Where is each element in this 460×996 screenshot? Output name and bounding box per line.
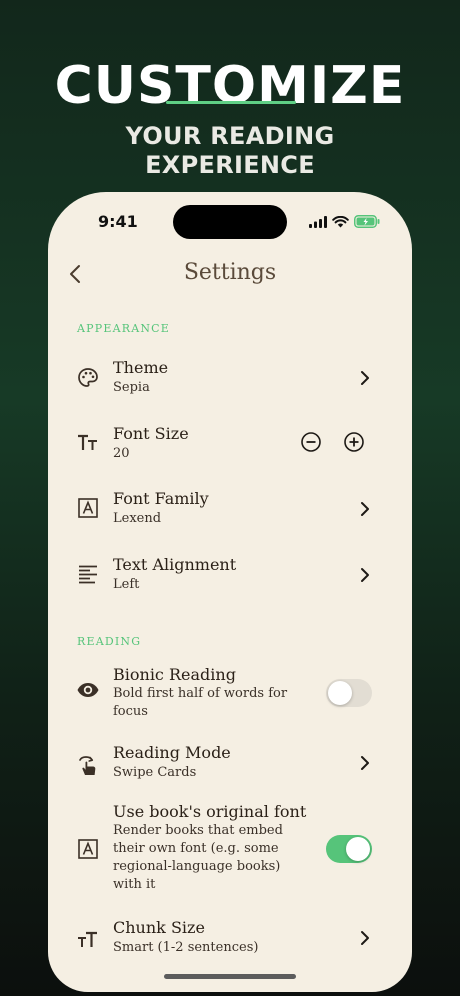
row-title: Reading Mode — [113, 743, 231, 762]
chevron-right-icon — [361, 502, 369, 516]
chevron-right-icon — [361, 568, 369, 582]
page-title: Settings — [183, 260, 277, 285]
swipe-icon — [79, 756, 96, 775]
phone-screen: 9:41 Settings APPEARANCE Theme Sepia Fon… — [48, 192, 412, 992]
settings-row-theme[interactable]: Theme Sepia — [48, 354, 412, 404]
text-size-icon — [78, 931, 97, 947]
signal-icon — [309, 215, 327, 228]
hero-title: CUSTOMIZE — [54, 56, 406, 116]
hero-subtitle-line1: YOUR READING — [125, 122, 335, 150]
chevron-right-icon — [361, 931, 369, 945]
section-header-reading: READING — [77, 635, 142, 648]
align-left-icon — [79, 565, 97, 584]
increase-font-button[interactable] — [343, 431, 365, 453]
toggle-knob — [328, 681, 352, 705]
settings-row-chunk-size[interactable]: Chunk Size Smart (1-2 sentences) — [48, 916, 412, 966]
status-time: 9:41 — [98, 212, 138, 231]
row-title: Font Family — [113, 489, 209, 508]
row-title: Use book's original font — [113, 802, 307, 821]
row-value: Bold first half of words for focus — [113, 686, 288, 719]
row-value: Left — [113, 577, 140, 592]
settings-row-bionic-reading: Bionic Reading Bold first half of words … — [48, 664, 412, 722]
row-title: Theme — [113, 358, 169, 377]
section-header-appearance: APPEARANCE — [77, 322, 171, 335]
row-value: Smart (1-2 sentences) — [113, 940, 259, 955]
row-value: Lexend — [113, 511, 162, 526]
hero-underline — [166, 101, 296, 104]
row-title: Text Alignment — [113, 555, 237, 574]
hero-subtitle-line2: EXPERIENCE — [145, 151, 315, 179]
row-value: Swipe Cards — [113, 765, 197, 780]
settings-row-font-size: Font Size 20 — [48, 420, 412, 470]
font-icon — [78, 839, 98, 859]
eye-icon — [77, 683, 99, 697]
row-value: 20 — [113, 446, 130, 461]
chevron-right-icon — [361, 756, 369, 770]
wifi-icon — [332, 215, 349, 227]
row-title: Font Size — [113, 424, 189, 443]
dynamic-island — [173, 205, 287, 239]
text-size-icon — [78, 434, 97, 450]
row-title: Chunk Size — [113, 918, 205, 937]
settings-row-font-family[interactable]: Font Family Lexend — [48, 485, 412, 535]
settings-row-text-alignment[interactable]: Text Alignment Left — [48, 551, 412, 601]
status-icons — [309, 215, 380, 228]
bionic-reading-toggle[interactable] — [326, 679, 372, 707]
font-icon — [78, 498, 98, 518]
battery-icon — [354, 215, 380, 228]
palette-icon — [78, 368, 98, 387]
home-indicator[interactable] — [164, 974, 296, 979]
settings-row-original-font: Use book's original font Render books th… — [48, 801, 412, 901]
row-title: Bionic Reading — [113, 665, 236, 684]
toggle-knob — [346, 837, 370, 861]
row-value: Render books that embed their own font (… — [113, 823, 283, 892]
chevron-right-icon — [361, 371, 369, 385]
original-font-toggle[interactable] — [326, 835, 372, 863]
row-value: Sepia — [113, 380, 150, 395]
decrease-font-button[interactable] — [300, 431, 322, 453]
settings-row-reading-mode[interactable]: Reading Mode Swipe Cards — [48, 741, 412, 791]
